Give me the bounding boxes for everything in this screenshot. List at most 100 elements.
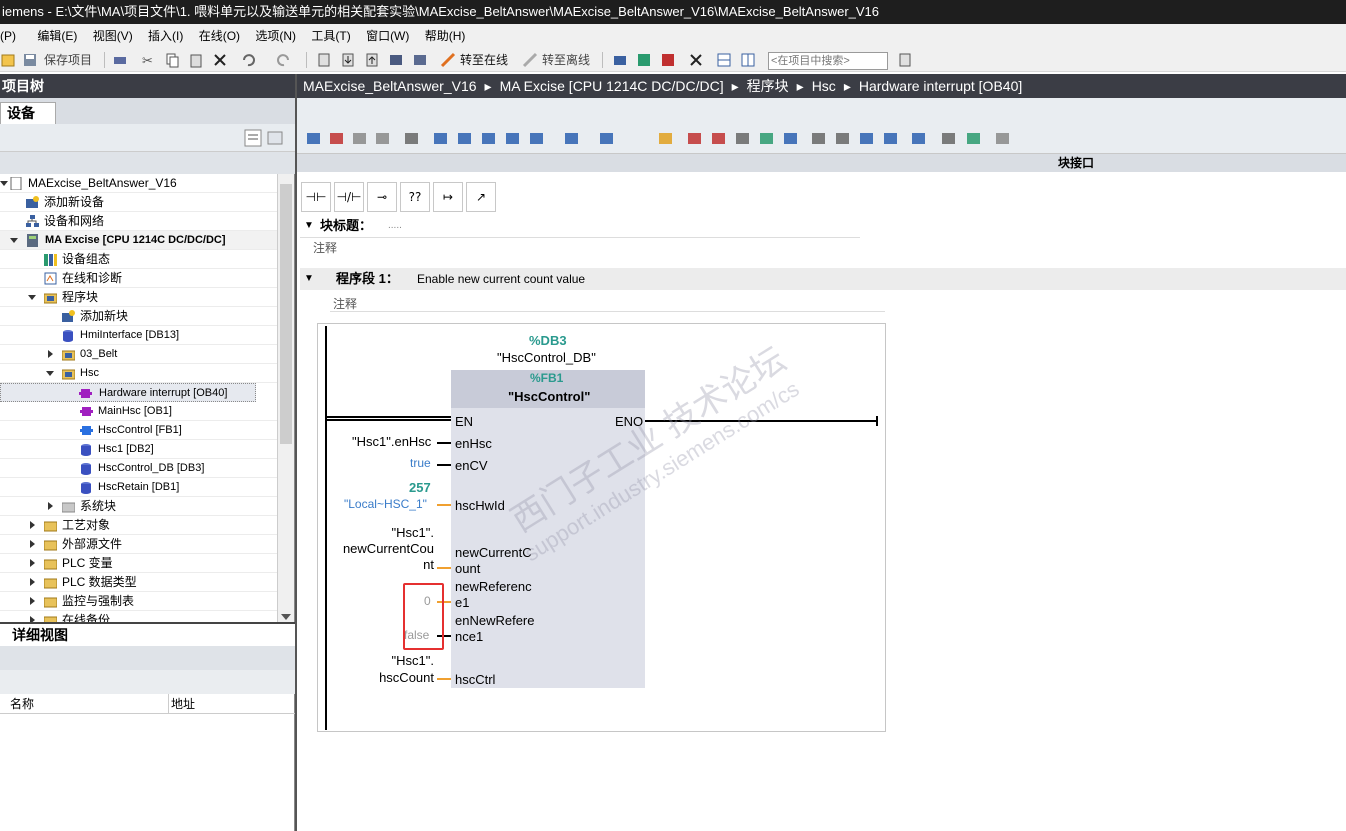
tree-item-program-blocks[interactable]: 程序块: [0, 288, 277, 307]
no-contact-button[interactable]: ⊣⊢: [301, 182, 331, 212]
menu-help[interactable]: 帮助(H): [419, 24, 472, 48]
upload-icon[interactable]: [364, 52, 380, 68]
tree-item-03-belt[interactable]: 03_Belt: [0, 345, 277, 364]
arg-enhsc[interactable]: "Hsc1".enHsc: [352, 434, 431, 449]
breadcrumb-hsc[interactable]: Hsc: [812, 78, 836, 94]
pin-newcurrentcount[interactable]: newCurrentC ount: [455, 545, 532, 577]
tab-devices[interactable]: 设备: [0, 102, 56, 124]
close-all-icon[interactable]: [598, 130, 616, 148]
insert-network-icon[interactable]: [305, 130, 323, 148]
delete-icon[interactable]: [212, 52, 228, 68]
modify-icon[interactable]: [965, 130, 983, 148]
tree-item-ext-sources[interactable]: 外部源文件: [0, 535, 277, 554]
tree-item-hsccontrol-db[interactable]: HscControl_DB [DB3]: [0, 459, 277, 478]
instance-db-name[interactable]: "HscControl_DB": [497, 350, 596, 365]
tree-item-hsc[interactable]: Hsc: [0, 364, 277, 383]
menu-view[interactable]: 视图(V): [87, 24, 139, 48]
tree-item-hsc1-db[interactable]: Hsc1 [DB2]: [0, 440, 277, 459]
tree-item-watch-tables[interactable]: 监控与强制表: [0, 592, 277, 611]
search-project-icon[interactable]: [898, 52, 914, 68]
go-online-button[interactable]: 转至在线: [460, 52, 508, 68]
pin-newreference1[interactable]: newReferenc e1: [455, 579, 532, 611]
tree-item-online-backup[interactable]: 在线备份: [0, 611, 277, 622]
open-branch-button[interactable]: ↦: [433, 182, 463, 212]
pin-enhsc[interactable]: enHsc: [455, 436, 492, 451]
tree-item-plc-types[interactable]: PLC 数据类型: [0, 573, 277, 592]
copy-icon[interactable]: [164, 52, 180, 68]
block-title-value[interactable]: .....: [388, 216, 402, 236]
stop-cpu-icon[interactable]: [660, 52, 676, 68]
favorite-bar-icon[interactable]: [657, 130, 675, 148]
tree-item-devices-networks[interactable]: 设备和网络: [0, 212, 277, 231]
breadcrumb-project[interactable]: MAExcise_BeltAnswer_V16: [303, 78, 477, 94]
open-all-icon[interactable]: [563, 130, 581, 148]
cut-icon[interactable]: ✂: [140, 52, 156, 68]
compare-icon[interactable]: [910, 130, 928, 148]
network-comment[interactable]: 注释: [333, 295, 357, 312]
go-offline-button[interactable]: 转至离线: [542, 52, 590, 68]
redo-icon[interactable]: [276, 52, 292, 68]
download-icon[interactable]: [340, 52, 356, 68]
tree-scrollbar[interactable]: [277, 174, 294, 622]
db-compare-icon[interactable]: [994, 130, 1012, 148]
show-comments-icon[interactable]: [480, 130, 498, 148]
undo-icon[interactable]: [240, 52, 256, 68]
pin-ennewreference1[interactable]: enNewRefere nce1: [455, 613, 535, 645]
go-next-error-icon[interactable]: [734, 130, 752, 148]
col-name[interactable]: 名称: [10, 694, 34, 714]
tree-item-mainhsc[interactable]: MainHsc [OB1]: [0, 402, 277, 421]
pin-en[interactable]: EN: [455, 414, 473, 429]
tree-item-online-diag[interactable]: 在线和诊断: [0, 269, 277, 288]
pin-hschwid[interactable]: hscHwId: [455, 498, 505, 513]
compile-icon[interactable]: [316, 52, 332, 68]
empty-box-button[interactable]: ??: [400, 182, 430, 212]
menu-insert[interactable]: 插入(I): [142, 24, 189, 48]
set-value-icon[interactable]: [834, 130, 852, 148]
tree-item-project[interactable]: MAExcise_BeltAnswer_V16: [0, 174, 277, 193]
block-interface-label[interactable]: 块接口: [1058, 154, 1094, 172]
pin-hscctrl[interactable]: hscCtrl: [455, 672, 495, 687]
menu-options[interactable]: 选项(N): [249, 24, 302, 48]
snapshot-icon[interactable]: [858, 130, 876, 148]
start-sim-icon[interactable]: [412, 52, 428, 68]
print-icon[interactable]: [112, 52, 128, 68]
breadcrumb-cpu[interactable]: MA Excise [CPU 1214C DC/DC/DC]: [500, 78, 724, 94]
split-vertical-icon[interactable]: [740, 52, 756, 68]
menu-project[interactable]: (P): [0, 24, 22, 48]
detail-view-title[interactable]: 详细视图: [0, 622, 295, 646]
paste-icon[interactable]: [188, 52, 204, 68]
go-prev-error-icon[interactable]: [758, 130, 776, 148]
menu-window[interactable]: 窗口(W): [360, 24, 415, 48]
cross-icon[interactable]: [688, 52, 704, 68]
tree-item-tech-objects[interactable]: 工艺对象: [0, 516, 277, 535]
nc-contact-button[interactable]: ⊣/⊢: [334, 182, 364, 212]
update-calls-icon[interactable]: [782, 130, 800, 148]
tree-item-hsccontrol[interactable]: HscControl [FB1]: [0, 421, 277, 440]
save-project-button[interactable]: 保存项目: [44, 52, 92, 68]
pin-encv[interactable]: enCV: [455, 458, 488, 473]
arg-encv[interactable]: true: [410, 456, 431, 470]
network-title[interactable]: Enable new current count value: [417, 268, 585, 290]
tree-view-icon[interactable]: [244, 129, 262, 147]
collapse-icon[interactable]: ▼: [304, 216, 314, 236]
accessible-devices-icon[interactable]: [612, 52, 628, 68]
menu-online[interactable]: 在线(O): [193, 24, 246, 48]
menu-tools[interactable]: 工具(T): [305, 24, 356, 48]
close-branch-button[interactable]: ↗: [466, 182, 496, 212]
insert-row-icon[interactable]: [351, 130, 369, 148]
delete-network-icon[interactable]: [328, 130, 346, 148]
coil-button[interactable]: ⊸: [367, 182, 397, 212]
tree-item-hscretain[interactable]: HscRetain [DB1]: [0, 478, 277, 497]
breadcrumb-program-blocks[interactable]: 程序块: [747, 78, 789, 94]
network-collapse-icon[interactable]: ▼: [304, 268, 314, 290]
arg-hschwid[interactable]: "Local~HSC_1": [344, 497, 427, 511]
tree-item-plc-tags[interactable]: PLC 变量: [0, 554, 277, 573]
tree-item-system-blocks[interactable]: 系统块: [0, 497, 277, 516]
simulation-icon[interactable]: [388, 52, 404, 68]
start-cpu-icon[interactable]: [636, 52, 652, 68]
go-offline-icon[interactable]: [522, 52, 538, 68]
split-horizontal-icon[interactable]: [716, 52, 732, 68]
call-env-icon[interactable]: [940, 130, 958, 148]
monitor-icon[interactable]: [810, 130, 828, 148]
tree-item-hmiinterface[interactable]: HmiInterface [DB13]: [0, 326, 277, 345]
